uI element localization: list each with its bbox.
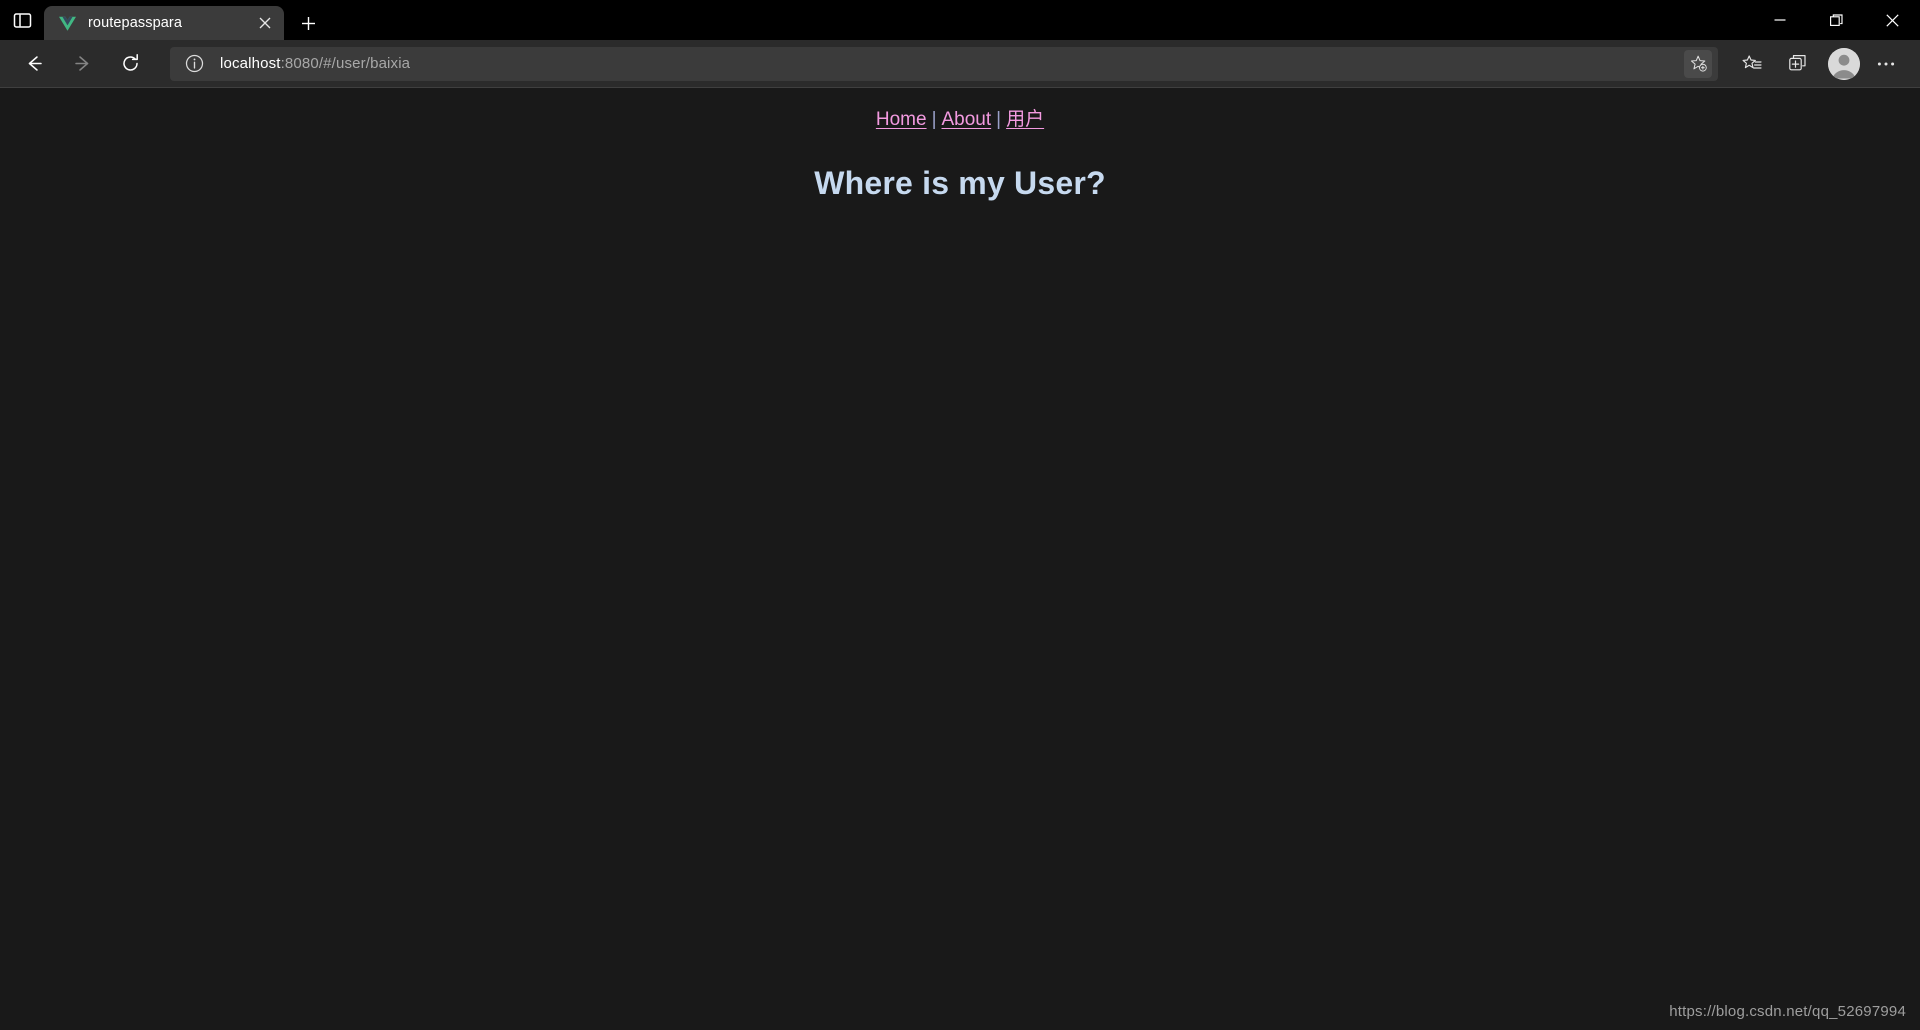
nav-separator: | xyxy=(931,109,937,130)
page-title: Where is my User? xyxy=(814,164,1106,201)
ellipsis-icon xyxy=(1877,62,1895,65)
page-viewport: Home | About | 用户 Where is my User? https://… xyxy=(0,88,1920,1030)
tab-actions-menu-button[interactable] xyxy=(0,0,44,40)
tab-routepasspara[interactable]: routepasspara xyxy=(44,6,284,40)
url-host: localhost xyxy=(220,55,281,72)
window-maximize-button[interactable] xyxy=(1808,0,1864,40)
site-info-icon[interactable] xyxy=(182,52,206,76)
forward-button[interactable] xyxy=(62,46,102,82)
nav-link-user[interactable]: 用户 xyxy=(1006,109,1044,130)
close-icon xyxy=(1885,13,1899,27)
site-navigation: Home | About | 用户 xyxy=(0,88,1920,133)
nav-separator: | xyxy=(996,109,1002,130)
add-favorite-button[interactable] xyxy=(1684,49,1712,78)
window-controls xyxy=(1752,0,1920,40)
tab-strip-drag-area xyxy=(326,0,1752,40)
window-close-button[interactable] xyxy=(1864,0,1920,40)
refresh-button[interactable] xyxy=(110,46,150,82)
window-minimize-button[interactable] xyxy=(1752,0,1808,40)
collections-plus-icon xyxy=(1789,54,1806,70)
url-path: :8080/#/user/baixia xyxy=(280,55,411,72)
settings-and-more-button[interactable] xyxy=(1866,46,1906,82)
close-icon xyxy=(259,17,271,29)
star-plus-icon xyxy=(1690,55,1707,72)
arrow-right-icon xyxy=(74,56,88,71)
address-bar-url: localhost:8080/#/user/baixia xyxy=(220,55,1684,72)
browser-window: routepasspara localhost:8080/#/user/baix… xyxy=(0,0,1920,1030)
browser-toolbar: localhost:8080/#/user/baixia xyxy=(0,40,1920,88)
profile-avatar[interactable] xyxy=(1828,47,1860,80)
back-button[interactable] xyxy=(14,46,54,82)
nav-link-about[interactable]: About xyxy=(942,109,992,130)
arrow-left-icon xyxy=(28,56,42,71)
avatar-icon xyxy=(1828,47,1860,80)
plus-icon xyxy=(301,16,315,30)
minimize-icon xyxy=(1774,19,1786,21)
vue-logo-icon xyxy=(58,14,76,32)
restore-window-icon xyxy=(1829,13,1843,26)
collections-button[interactable] xyxy=(1778,46,1818,82)
tab-title: routepasspara xyxy=(88,15,182,31)
favorites-button[interactable] xyxy=(1732,46,1772,82)
reload-icon xyxy=(122,54,138,71)
star-list-icon xyxy=(1742,54,1762,69)
address-bar[interactable]: localhost:8080/#/user/baixia xyxy=(170,46,1718,81)
sidebar-panel-icon xyxy=(13,12,31,28)
tab-strip: routepasspara xyxy=(0,0,1920,40)
watermark-url: https://blog.csdn.net/qq_52697994 xyxy=(1669,1003,1906,1020)
info-circle-icon xyxy=(185,54,203,73)
new-tab-button[interactable] xyxy=(290,6,326,40)
tab-close-button[interactable] xyxy=(252,10,278,36)
nav-link-home[interactable]: Home xyxy=(876,109,927,130)
